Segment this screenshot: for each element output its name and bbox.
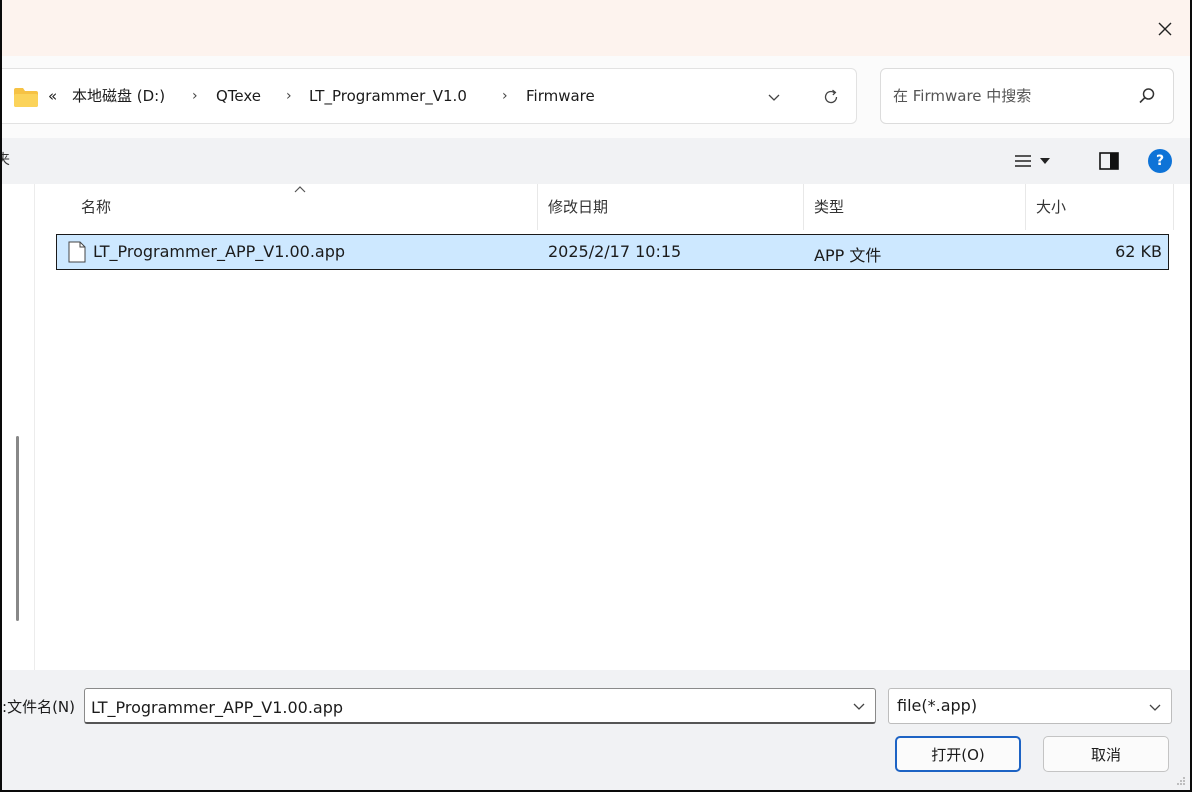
column-header-type-label: 类型 (814, 198, 845, 216)
file-list[interactable]: 名称 修改日期 类型 大小 LT_Programmer_APP_V1.00.ap… (35, 184, 1190, 670)
file-type-filter-value: file(*.app) (897, 696, 978, 715)
file-modified-cell: 2025/2/17 10:15 (548, 242, 682, 261)
column-header-name[interactable]: 名称 (35, 184, 538, 230)
breadcrumb-firmware[interactable]: Firmware (526, 84, 595, 108)
breadcrumb-separator[interactable]: › (502, 84, 508, 108)
dialog-footer: 文件名(N): file(*.app) 打开(O) 取消 (2, 670, 1190, 790)
file-type-filter-select[interactable]: file(*.app) (888, 688, 1172, 724)
file-type-cell: APP 文件 (814, 246, 882, 265)
search-icon[interactable] (1137, 86, 1157, 106)
chevron-down-icon (768, 94, 780, 101)
breadcrumb-drive[interactable]: 本地磁盘 (D:) (72, 84, 165, 108)
nav-scrollbar-thumb[interactable] (16, 436, 19, 621)
address-row: « 本地磁盘 (D:) › QTexe › LT_Programmer_V1.0… (2, 56, 1190, 138)
title-bar (2, 0, 1190, 56)
sort-ascending-icon (294, 186, 306, 193)
address-history-dropdown[interactable] (757, 83, 791, 111)
search-input[interactable] (893, 83, 1123, 109)
file-size-cell: 62 KB (1115, 242, 1162, 261)
file-open-dialog: « 本地磁盘 (D:) › QTexe › LT_Programmer_V1.0… (0, 0, 1192, 792)
view-options-button[interactable] (1014, 148, 1070, 174)
new-folder-label[interactable]: 夹 (2, 149, 10, 169)
navigation-pane[interactable] (2, 184, 35, 670)
breadcrumb-separator[interactable]: › (192, 84, 198, 108)
chevron-down-icon (1149, 704, 1161, 711)
column-header-name-label: 名称 (81, 198, 112, 216)
filename-label: 文件名(N): (2, 698, 75, 716)
table-row[interactable]: LT_Programmer_APP_V1.00.app 2025/2/17 10… (56, 234, 1169, 270)
cancel-button[interactable]: 取消 (1043, 736, 1169, 772)
preview-pane-icon (1099, 152, 1119, 170)
column-header-type[interactable]: 类型 (804, 184, 1026, 230)
refresh-button[interactable] (814, 83, 848, 111)
close-button[interactable] (1148, 12, 1182, 46)
column-header-size-label: 大小 (1036, 198, 1067, 216)
file-icon (68, 241, 86, 263)
list-view-icon (1015, 155, 1031, 167)
command-bar: 夹 ? (2, 138, 1190, 184)
filename-combobox[interactable] (84, 688, 876, 724)
column-header-size[interactable]: 大小 (1026, 184, 1174, 230)
open-button[interactable]: 打开(O) (895, 736, 1021, 772)
chevron-down-icon[interactable] (851, 698, 867, 714)
resize-grip-icon[interactable] (1176, 776, 1186, 786)
preview-pane-button[interactable] (1096, 148, 1122, 174)
column-header-modified-label: 修改日期 (548, 198, 609, 216)
caret-down-icon (1040, 158, 1050, 164)
address-bar[interactable]: « 本地磁盘 (D:) › QTexe › LT_Programmer_V1.0… (2, 68, 857, 124)
refresh-icon (824, 89, 838, 104)
folder-icon (14, 88, 38, 107)
breadcrumb-separator[interactable]: › (286, 84, 292, 108)
filename-input[interactable] (91, 695, 831, 719)
help-icon[interactable]: ? (1148, 149, 1172, 173)
search-box[interactable] (880, 68, 1174, 124)
breadcrumb-overflow[interactable]: « (48, 84, 57, 108)
close-icon (1158, 22, 1172, 36)
column-header-modified[interactable]: 修改日期 (538, 184, 804, 230)
breadcrumb-lt-programmer[interactable]: LT_Programmer_V1.0 (309, 84, 467, 108)
breadcrumb-qtexe[interactable]: QTexe (216, 84, 261, 108)
file-name-cell: LT_Programmer_APP_V1.00.app (93, 242, 346, 261)
